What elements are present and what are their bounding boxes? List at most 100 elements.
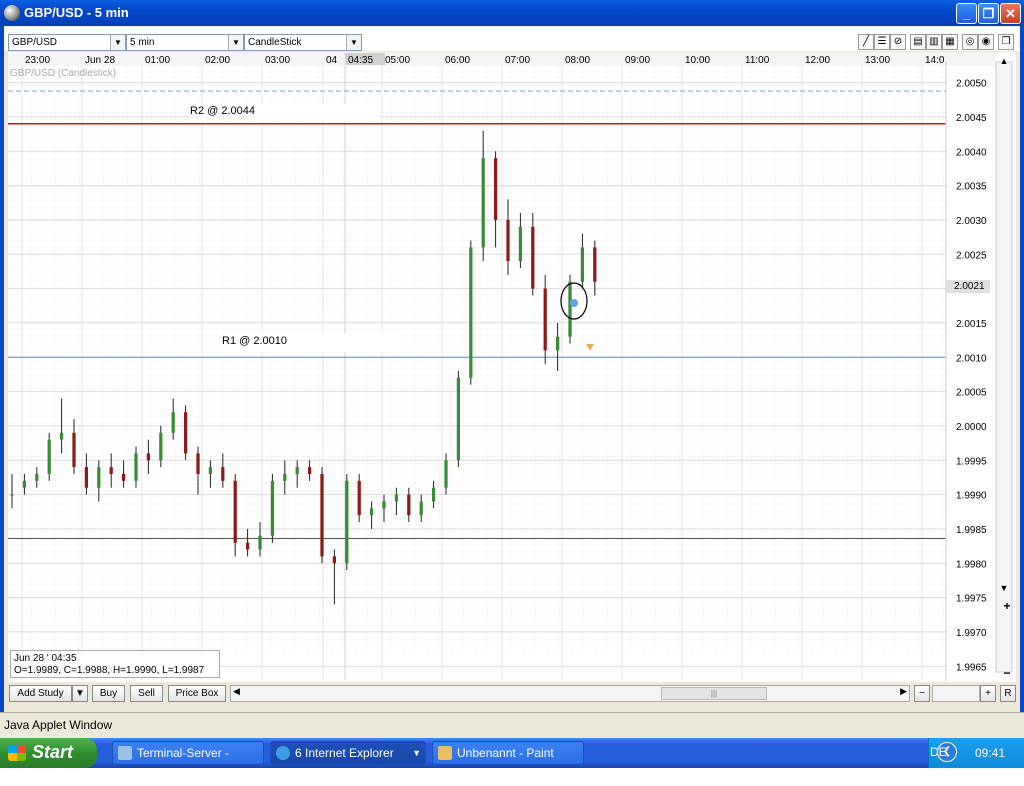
time-tick-label: 14:0	[925, 55, 945, 66]
task-label: 6 Internet Explorer	[295, 746, 394, 760]
candle-body	[345, 480, 349, 564]
task-internet-explorer[interactable]: 6 Internet Explorer ▼	[270, 741, 426, 765]
candle-body	[22, 480, 27, 488]
ohlc-date: Jun 28 ' 04:35	[14, 653, 77, 664]
candlestick-chart[interactable]: 23:00 Jun 28 01:00 02:00 03:00 04 04:35 05:00 06…	[8, 52, 1016, 682]
price-tick-label: 1.9980	[956, 559, 987, 570]
candle-body	[109, 467, 113, 474]
zoom-out-button[interactable]: −	[914, 685, 930, 702]
lines-icon[interactable]: ☰	[874, 34, 890, 50]
zoom-field[interactable]	[932, 685, 980, 702]
price-tick-label: 2.0040	[956, 147, 987, 158]
candle-body	[134, 453, 138, 481]
terminal-icon	[118, 746, 132, 760]
sell-button[interactable]: Sell	[130, 685, 163, 702]
zoom-in-icon[interactable]: +	[1003, 599, 1010, 613]
candle-body	[580, 247, 585, 282]
grid-icon[interactable]: ▤	[910, 34, 926, 50]
scroll-up-icon[interactable]: ▲	[1000, 56, 1009, 66]
time-tick-label: 09:00	[625, 55, 650, 66]
minimize-button[interactable]: _	[956, 3, 977, 24]
buy-button[interactable]: Buy	[92, 685, 125, 702]
add-study-button[interactable]: Add Study	[9, 685, 72, 702]
zoom-out-icon[interactable]: −	[1003, 666, 1010, 680]
price-tick-label: 1.9965	[956, 662, 987, 673]
scroll-right-icon[interactable]: ▶	[900, 686, 907, 697]
candle-body	[419, 501, 423, 516]
candle-body	[84, 467, 89, 488]
zoom-in-button[interactable]: +	[980, 685, 996, 702]
current-price-tag: 2.0021	[946, 280, 990, 293]
close-button[interactable]: ✕	[1000, 3, 1021, 24]
price-tick-label: 1.9995	[956, 456, 987, 467]
price-tick-label: 2.0025	[956, 250, 987, 261]
candle-body	[47, 439, 51, 474]
candle-body	[233, 480, 237, 543]
interval-select[interactable]: 5 min ▼	[126, 34, 244, 51]
chart-type-select[interactable]: CandleStick ▼	[244, 34, 362, 51]
language-indicator[interactable]: DE	[930, 745, 947, 759]
candle-body	[493, 158, 498, 220]
chevron-down-icon: ▼	[346, 35, 361, 50]
ohlc-values: O=1.9989, C=1.9988, H=1.9990, L=1.9987	[14, 665, 205, 676]
start-label: Start	[32, 742, 74, 762]
candle-body	[196, 453, 200, 474]
reset-button[interactable]: R	[1000, 685, 1016, 702]
candle-body	[221, 467, 225, 481]
price-axis: 2.0050 2.0045 2.0040 2.0035 2.0030 2.0025 2.00…	[956, 79, 987, 674]
candle-body	[568, 281, 572, 337]
symbol-select[interactable]: GBP/USD ▼	[8, 34, 126, 51]
scroll-thumb[interactable]: |||	[661, 687, 767, 700]
candle-body	[270, 480, 275, 536]
restore-button[interactable]: ❐	[978, 3, 999, 24]
candle-body	[159, 432, 163, 461]
time-tick-label: 13:00	[865, 55, 890, 66]
time-tick-label: 04:35	[348, 55, 373, 66]
settings-icon[interactable]: ◉	[978, 34, 994, 50]
r2-label: R2 @ 2.0044	[190, 104, 380, 122]
scroll-left-icon[interactable]: ◀	[233, 686, 240, 697]
time-tick-label: 11:00	[745, 55, 770, 66]
candle-body	[97, 467, 101, 488]
grid-dots-icon[interactable]: ▥	[926, 34, 942, 50]
pencil-icon[interactable]: ╱	[858, 34, 874, 50]
price-box-button[interactable]: Price Box	[168, 685, 226, 702]
candle-body	[407, 494, 411, 516]
candle-body	[258, 535, 262, 550]
hide-lines-icon[interactable]: ⊘	[890, 34, 906, 50]
restore-icon[interactable]: ❐	[998, 34, 1014, 50]
candle-body	[431, 487, 436, 502]
window-title: GBP/USD - 5 min	[24, 5, 129, 20]
chart-toolbar: GBP/USD ▼ 5 min ▼ CandleStick ▼ ╱ ☰ ⊘ ▤ …	[4, 27, 1020, 51]
candle-body	[35, 474, 39, 481]
add-study-dropdown-icon[interactable]: ▼	[72, 685, 88, 702]
candle-body	[531, 226, 535, 289]
task-terminal-server[interactable]: Terminal-Server - 192....	[112, 741, 264, 782]
chart-area[interactable]: 23:00 Jun 28 01:00 02:00 03:00 04 04:35 05:00 06…	[8, 52, 1016, 682]
candle-body	[171, 412, 175, 433]
candle-body	[208, 467, 213, 474]
chevron-down-icon: ▼	[412, 748, 421, 758]
candle-body	[332, 556, 337, 564]
candle-body	[357, 480, 361, 516]
candle-body	[146, 453, 151, 461]
r1-label: R1 @ 2.0010	[222, 334, 400, 352]
task-paint[interactable]: Unbenannt - Paint	[432, 741, 584, 765]
grid-lines-icon[interactable]: ▦	[942, 34, 958, 50]
price-tick-label: 2.0050	[956, 79, 987, 90]
chevron-down-icon: ▼	[110, 35, 125, 50]
time-tick-label: 23:00	[25, 55, 50, 66]
price-tick-label: 2.0015	[956, 319, 987, 330]
horizontal-scrollbar[interactable]: ◀ ||| ▶	[230, 685, 910, 702]
chart-type-value: CandleStick	[248, 37, 302, 48]
vertical-scrollbar[interactable]	[995, 61, 1013, 673]
price-tick-label: 2.0035	[956, 182, 987, 193]
interval-value: 5 min	[130, 37, 155, 48]
start-button[interactable]: Start	[0, 738, 97, 768]
zoom-icon[interactable]: ◎	[962, 34, 978, 50]
scroll-down-icon[interactable]: ▼	[1000, 583, 1009, 593]
task-label: Terminal-Server - 192....	[137, 746, 230, 782]
candle-body	[72, 432, 76, 468]
candle-body	[10, 494, 14, 496]
candle-body	[394, 494, 399, 502]
